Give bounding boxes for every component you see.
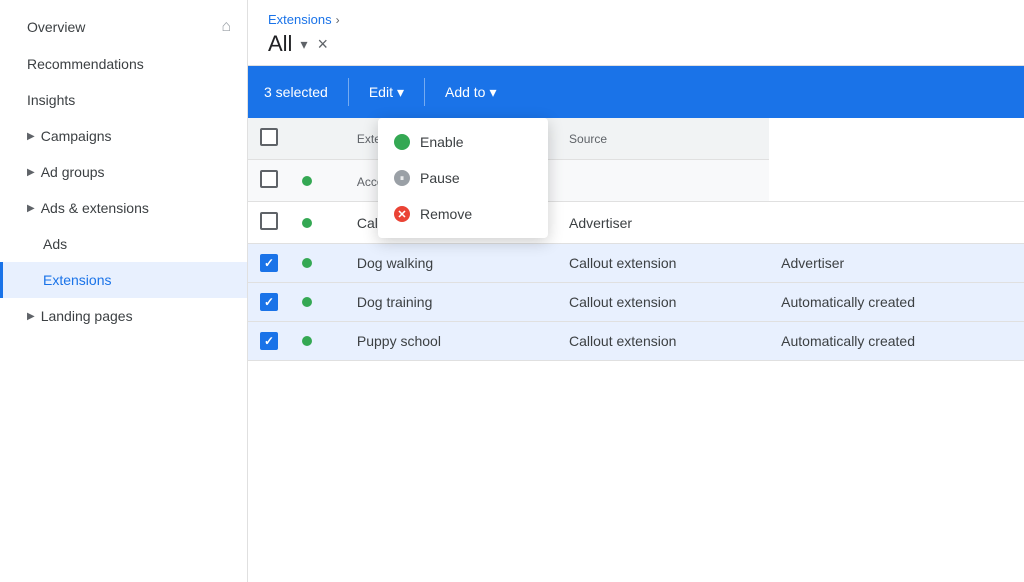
sidebar-item-landing-pages[interactable]: ▶ Landing pages xyxy=(0,298,247,334)
row-name: Dog training xyxy=(345,283,557,322)
sidebar-item-label: Insights xyxy=(27,92,75,108)
header: Extensions › All ▾ × xyxy=(248,0,1024,66)
row-source: Advertiser xyxy=(769,244,1024,283)
row-checkbox-cell xyxy=(248,202,290,244)
enable-status-icon xyxy=(394,134,410,150)
header-source: Source xyxy=(557,118,769,160)
pause-status-icon xyxy=(394,170,410,186)
row-status-cell xyxy=(290,322,345,361)
status-dot xyxy=(302,218,312,228)
edit-label: Edit xyxy=(369,84,393,100)
arrow-icon: ▶ xyxy=(27,131,35,142)
toolbar: 3 selected Edit ▾ Add to ▾ Enable Pause … xyxy=(248,66,1024,118)
dropdown-arrow-icon[interactable]: ▾ xyxy=(300,36,307,53)
row-checkbox[interactable] xyxy=(260,332,278,350)
remove-status-icon: ✕ xyxy=(394,206,410,222)
sidebar-item-label: Ad groups xyxy=(41,164,105,180)
page-title-row: All ▾ × xyxy=(268,31,1004,57)
row-status-cell xyxy=(290,202,345,244)
main-content: Extensions › All ▾ × 3 selected Edit ▾ A… xyxy=(248,0,1024,582)
sidebar-item-insights[interactable]: Insights xyxy=(0,82,247,118)
edit-dropdown-icon: ▾ xyxy=(397,84,404,101)
pause-label: Pause xyxy=(420,170,460,186)
row-source: Automatically created xyxy=(769,283,1024,322)
sidebar-item-ad-groups[interactable]: ▶ Ad groups xyxy=(0,154,247,190)
table-row: Callout extension Advertiser xyxy=(248,202,1024,244)
sidebar-item-recommendations[interactable]: Recommendations xyxy=(0,46,247,82)
table-row: Dog training Callout extension Automatic… xyxy=(248,283,1024,322)
select-all-checkbox[interactable] xyxy=(260,128,278,146)
sidebar-item-extensions[interactable]: Extensions xyxy=(0,262,247,298)
status-dot xyxy=(302,297,312,307)
row-checkbox[interactable] xyxy=(260,212,278,230)
table-row: Dog walking Callout extension Advertiser xyxy=(248,244,1024,283)
add-to-dropdown-icon: ▾ xyxy=(489,84,496,101)
sidebar-item-ads[interactable]: Ads xyxy=(0,226,247,262)
sidebar-item-label: Recommendations xyxy=(27,56,144,72)
row-status-cell xyxy=(290,244,345,283)
header-status xyxy=(290,118,345,160)
row-checkbox-cell xyxy=(248,322,290,361)
row-source: Advertiser xyxy=(557,202,769,244)
status-dot xyxy=(302,336,312,346)
menu-item-remove[interactable]: ✕ Remove xyxy=(378,196,548,232)
sidebar-item-ads-extensions[interactable]: ▶ Ads & extensions xyxy=(0,190,247,226)
table-header-row: Extension type Source xyxy=(248,118,1024,160)
home-icon: ⌂ xyxy=(221,18,231,36)
edit-button[interactable]: Edit ▾ xyxy=(353,76,420,109)
sidebar-item-label: Campaigns xyxy=(41,128,112,144)
row-extension-type: Callout extension xyxy=(557,244,769,283)
arrow-icon: ▶ xyxy=(27,167,35,178)
menu-item-pause[interactable]: Pause xyxy=(378,160,548,196)
sidebar-item-overview[interactable]: Overview ⌂ xyxy=(0,8,247,46)
row-checkbox-cell xyxy=(248,244,290,283)
sidebar-item-label: Ads & extensions xyxy=(41,200,149,216)
sidebar-item-label: Extensions xyxy=(43,272,111,288)
table-row: Account xyxy=(248,160,1024,202)
row-source: Automatically created xyxy=(769,322,1024,361)
remove-label: Remove xyxy=(420,206,472,222)
row-checkbox[interactable] xyxy=(260,254,278,272)
sidebar-item-campaigns[interactable]: ▶ Campaigns xyxy=(0,118,247,154)
add-to-label: Add to xyxy=(445,84,485,100)
row-checkbox[interactable] xyxy=(260,293,278,311)
arrow-icon: ▶ xyxy=(27,203,35,214)
row-checkbox-cell xyxy=(248,160,290,202)
add-to-button[interactable]: Add to ▾ xyxy=(429,76,513,109)
sidebar-item-label: Ads xyxy=(43,236,67,252)
arrow-icon: ▶ xyxy=(27,311,35,322)
table-container: Extension type Source Account xyxy=(248,118,1024,582)
row-checkbox-cell xyxy=(248,283,290,322)
table-row: Puppy school Callout extension Automatic… xyxy=(248,322,1024,361)
selected-count: 3 selected xyxy=(264,84,328,100)
breadcrumb-text[interactable]: Extensions xyxy=(268,12,332,27)
row-extension-type: Callout extension xyxy=(557,283,769,322)
extensions-table: Extension type Source Account xyxy=(248,118,1024,361)
close-button[interactable]: × xyxy=(317,34,328,55)
page-title: All xyxy=(268,31,292,57)
row-status-cell xyxy=(290,283,345,322)
row-checkbox[interactable] xyxy=(260,170,278,188)
breadcrumb: Extensions › xyxy=(268,12,1004,27)
sidebar-item-label: Overview xyxy=(27,19,85,35)
header-checkbox-cell xyxy=(248,118,290,160)
sidebar: Overview ⌂ Recommendations Insights ▶ Ca… xyxy=(0,0,248,582)
row-name: Dog walking xyxy=(345,244,557,283)
menu-item-enable[interactable]: Enable xyxy=(378,124,548,160)
status-dot xyxy=(302,176,312,186)
row-name: Puppy school xyxy=(345,322,557,361)
toolbar-divider xyxy=(348,78,349,106)
status-dot xyxy=(302,258,312,268)
chevron-icon: › xyxy=(336,13,340,27)
enable-label: Enable xyxy=(420,134,464,150)
row-status-cell xyxy=(290,160,345,202)
row-extension-type: Callout extension xyxy=(557,322,769,361)
toolbar-divider-2 xyxy=(424,78,425,106)
sidebar-item-label: Landing pages xyxy=(41,308,133,324)
edit-dropdown-menu: Enable Pause ✕ Remove xyxy=(378,118,548,238)
